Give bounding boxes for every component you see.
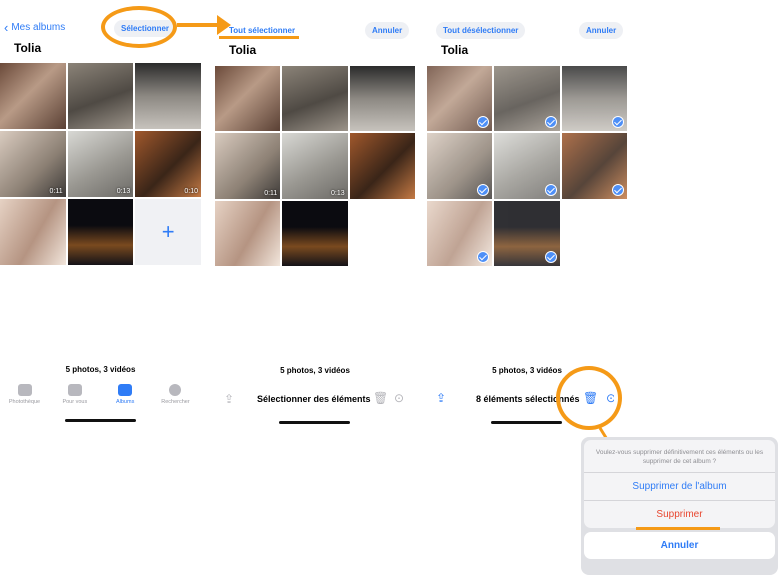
share-icon[interactable]: ⇪ bbox=[436, 391, 446, 405]
photos-icon bbox=[17, 384, 32, 396]
tab-label: Photothèque bbox=[8, 399, 41, 405]
video-thumbnail-selected[interactable] bbox=[561, 133, 627, 199]
action-sheet-options: Voulez-vous supprimer définitivement ces… bbox=[584, 440, 775, 529]
photo-thumbnail[interactable] bbox=[0, 199, 66, 265]
photo-thumbnail[interactable] bbox=[215, 66, 281, 132]
tab-library[interactable]: Photothèque bbox=[2, 384, 47, 405]
video-thumbnail[interactable]: 0:11 bbox=[0, 131, 66, 197]
trash-icon: 🗑 bbox=[373, 391, 389, 405]
photo-count: 5 photos, 3 vidéos bbox=[280, 366, 350, 375]
video-duration: 0:13 bbox=[116, 188, 131, 195]
photo-thumbnail[interactable] bbox=[282, 200, 348, 266]
photo-thumbnail[interactable] bbox=[67, 63, 134, 129]
remove-from-album-button[interactable]: Supprimer de l'album bbox=[584, 472, 775, 500]
sheet-cancel-button[interactable]: Annuler bbox=[584, 532, 775, 560]
back-button[interactable]: ‹ Mes albums bbox=[4, 20, 65, 35]
delete-label: Supprimer bbox=[656, 509, 703, 521]
photo-thumbnail[interactable] bbox=[0, 63, 66, 129]
album-title: Tolia bbox=[229, 43, 257, 57]
photo-thumbnail[interactable] bbox=[282, 66, 348, 132]
video-thumbnail-selected[interactable] bbox=[427, 133, 493, 199]
video-duration: 0:11 bbox=[264, 189, 278, 197]
home-indicator bbox=[65, 419, 136, 422]
checkmark-icon bbox=[477, 251, 490, 263]
photo-thumbnail[interactable] bbox=[135, 63, 201, 129]
video-thumbnail[interactable] bbox=[349, 133, 415, 199]
annotation-circle bbox=[101, 6, 177, 48]
tab-albums[interactable]: Albums bbox=[103, 384, 148, 405]
photo-thumbnail-selected[interactable] bbox=[494, 66, 560, 132]
delete-button[interactable]: Supprimer bbox=[584, 500, 775, 528]
photo-grid: 0:11 0:13 0:10 + bbox=[0, 63, 201, 265]
photo-thumbnail-selected[interactable] bbox=[427, 66, 493, 132]
add-photo-button[interactable]: + bbox=[135, 199, 201, 265]
checkmark-icon bbox=[477, 116, 490, 129]
cancel-button[interactable]: Annuler bbox=[579, 22, 624, 39]
video-thumbnail[interactable]: 0:13 bbox=[67, 131, 134, 197]
share-icon: ⇪ bbox=[224, 392, 235, 406]
checkmark-icon bbox=[477, 183, 490, 196]
tab-label: Albums bbox=[115, 399, 135, 405]
video-duration: 0:11 bbox=[49, 188, 63, 195]
for-you-icon bbox=[67, 384, 82, 396]
more-icon: ⊙ bbox=[394, 391, 405, 405]
photo-grid: 0:11 0:13 bbox=[215, 66, 415, 266]
back-label: Mes albums bbox=[11, 22, 66, 33]
album-title: Tolia bbox=[14, 41, 42, 55]
video-thumbnail[interactable]: 0:13 bbox=[282, 133, 348, 199]
checkmark-icon bbox=[544, 116, 557, 129]
action-sheet-message: Voulez-vous supprimer définitivement ces… bbox=[595, 449, 764, 466]
checkmark-icon bbox=[612, 183, 624, 196]
action-sheet: Voulez-vous supprimer définitivement ces… bbox=[581, 437, 778, 575]
photo-thumbnail[interactable] bbox=[215, 200, 281, 266]
checkmark-icon bbox=[612, 116, 624, 129]
tab-for-you[interactable]: Pour vous bbox=[52, 384, 97, 405]
albums-icon bbox=[118, 384, 133, 396]
video-thumbnail[interactable]: 0:11 bbox=[215, 133, 281, 199]
deselect-all-button[interactable]: Tout désélectionner bbox=[436, 22, 526, 39]
plus-icon: + bbox=[161, 219, 175, 244]
tab-bar: Photothèque Pour vous Albums Rechercher bbox=[2, 384, 198, 405]
annotation-underline bbox=[636, 527, 720, 530]
video-duration: 0:10 bbox=[184, 188, 198, 195]
tab-label: Rechercher bbox=[161, 399, 190, 405]
search-icon bbox=[169, 384, 182, 396]
video-thumbnail[interactable]: 0:10 bbox=[135, 131, 201, 197]
photo-thumbnail-selected[interactable] bbox=[561, 66, 627, 132]
photo-thumbnail[interactable] bbox=[349, 66, 415, 132]
album-title: Tolia bbox=[441, 43, 469, 57]
checkmark-icon bbox=[544, 183, 557, 196]
tab-search[interactable]: Rechercher bbox=[153, 384, 198, 405]
toolbar-status: Sélectionner des éléments bbox=[257, 394, 371, 404]
video-duration: 0:13 bbox=[331, 189, 345, 197]
home-indicator bbox=[491, 421, 562, 424]
photo-thumbnail-selected[interactable] bbox=[494, 200, 560, 266]
checkmark-icon bbox=[544, 251, 557, 263]
photo-count: 5 photos, 3 vidéos bbox=[65, 365, 136, 374]
chevron-left-icon: ‹ bbox=[4, 20, 9, 35]
annotation-underline bbox=[219, 36, 299, 39]
home-indicator bbox=[279, 421, 350, 424]
photo-grid bbox=[427, 66, 627, 266]
tab-label: Pour vous bbox=[62, 399, 88, 405]
video-thumbnail-selected[interactable] bbox=[494, 133, 560, 199]
annotation-circle bbox=[556, 366, 622, 430]
cancel-button[interactable]: Annuler bbox=[365, 22, 410, 39]
photo-thumbnail[interactable] bbox=[67, 199, 134, 265]
photo-thumbnail-selected[interactable] bbox=[427, 200, 493, 266]
